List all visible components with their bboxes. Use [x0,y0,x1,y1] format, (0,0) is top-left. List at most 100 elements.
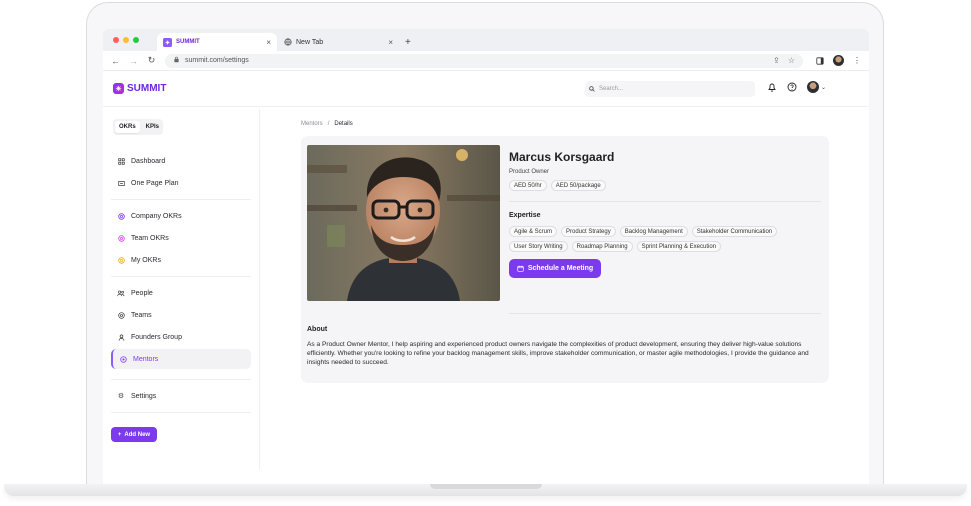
sidebar-item-company-okrs[interactable]: Company OKRs [111,206,251,226]
divider [111,276,251,277]
browser-tab-summit[interactable]: SUMMIT × [157,33,277,51]
people-icon [117,289,125,297]
breadcrumb-mentors-link[interactable]: Mentors [301,121,323,127]
breadcrumb-current: Details [334,121,353,127]
skill-tag: Stakeholder Communication [691,226,778,237]
user-avatar [807,81,819,93]
mentor-icon [119,355,127,363]
about-title: About [307,326,328,333]
breadcrumb: Mentors / Details [301,121,829,127]
logo-text: SUMMIT [127,83,167,94]
grid-icon [117,157,125,165]
reload-icon[interactable]: ↻ [147,55,156,66]
sidepanel-icon[interactable] [816,52,824,70]
globe-icon [283,38,292,47]
about-text: As a Product Owner Mentor, I help aspiri… [307,341,809,367]
divider [111,199,251,200]
screen: SUMMIT × New Tab × + ← → ↻ summit.com/se… [103,29,869,491]
user-menu[interactable]: ⌄ [807,81,826,93]
help-icon[interactable] [787,82,797,92]
tab-label: SUMMIT [176,39,200,45]
share-icon[interactable]: ⇪ [773,56,780,65]
bookmark-star-icon[interactable]: ☆ [788,56,795,65]
rate-badge: AED 50/package [550,180,606,191]
expertise-tags: Agile & Scrum Product Strategy Backlog M… [509,226,809,252]
teams-icon [117,311,125,319]
sidebar-item-dashboard[interactable]: Dashboard [111,151,251,171]
kebab-menu-icon[interactable]: ⋮ [853,56,861,65]
bell-icon[interactable] [767,82,777,92]
breadcrumb-separator: / [327,121,330,127]
skill-tag: User Story Writing [509,241,568,252]
address-bar[interactable]: summit.com/settings ⇪ ☆ [165,53,803,68]
plus-icon: + [117,431,122,438]
gear-icon: ⚙ [117,393,125,400]
sidebar-item-people[interactable]: People [111,283,251,303]
okrs-toggle[interactable]: OKRs [115,121,140,133]
divider [111,412,251,413]
kpis-toggle[interactable]: KPIs [142,121,163,133]
rate-badges: AED 50/hr AED 50/package [509,180,821,191]
sidebar-item-label: Founders Group [131,333,182,341]
tab-label: New Tab [296,38,324,46]
mentor-info: Marcus Korsgaard Product Owner AED 50/hr… [509,150,821,278]
target-icon [117,256,125,264]
search-input[interactable]: Search... [585,81,755,97]
target-icon [117,212,125,220]
search-icon [589,86,595,92]
sidebar-item-one-page-plan[interactable]: One Page Plan [111,173,251,193]
sidebar-item-label: Team OKRs [131,234,169,242]
maximize-window-button[interactable] [133,37,139,43]
sidebar-item-settings[interactable]: ⚙ Settings [111,386,251,406]
laptop-notch [430,484,542,489]
sidebar-item-label: Teams [131,311,152,319]
divider [509,313,821,314]
mentor-photo [307,145,500,301]
close-tab-icon[interactable]: × [388,38,393,47]
close-tab-icon[interactable]: × [266,38,271,47]
okr-kpi-toggle: OKRs KPIs [113,119,163,135]
main-content: Mentors / Details Marcus Korsgaard Produ… [261,109,869,469]
browser-tabbar: SUMMIT × New Tab × + [103,29,869,51]
sidebar-item-my-okrs[interactable]: My OKRs [111,250,251,270]
profile-avatar[interactable] [833,55,844,66]
summit-favicon-icon [163,37,172,47]
site-info-icon[interactable] [173,56,180,65]
chevron-down-icon: ⌄ [821,84,827,91]
sidebar-item-team-okrs[interactable]: Team OKRs [111,228,251,248]
skill-tag: Product Strategy [561,226,616,237]
add-new-label: Add New [124,431,151,438]
divider [111,379,251,380]
mentor-role: Product Owner [509,169,550,175]
skill-tag: Agile & Scrum [509,226,558,237]
sidebar-item-mentors[interactable]: Mentors [111,349,251,369]
browser-tab-new[interactable]: New Tab × [277,33,399,51]
schedule-meeting-label: Schedule a Meeting [527,265,594,272]
new-tab-button[interactable]: + [399,37,417,51]
laptop-base [0,484,971,506]
skill-tag: Sprint Planning & Execution [636,241,722,252]
schedule-meeting-button[interactable]: Schedule a Meeting [509,259,601,278]
app-logo[interactable]: ✳ SUMMIT [113,83,166,94]
expertise-title: Expertise [509,212,541,219]
app-header: ✳ SUMMIT Search... ⌄ [103,71,869,107]
laptop-frame: SUMMIT × New Tab × + ← → ↻ summit.com/se… [86,2,884,491]
skill-tag: Roadmap Planning [571,241,633,252]
mentor-details-card: Marcus Korsgaard Product Owner AED 50/hr… [301,136,829,383]
minimize-window-button[interactable] [123,37,129,43]
add-new-button[interactable]: + Add New [111,427,157,442]
sidebar-item-label: Dashboard [131,157,166,165]
target-icon [117,234,125,242]
page-icon [117,179,125,187]
sidebar-item-label: Company OKRs [131,212,182,220]
close-window-button[interactable] [113,37,119,43]
mentor-name: Marcus Korsgaard [509,150,615,164]
forward-arrow-icon[interactable]: → [129,56,138,66]
sidebar-item-founders-group[interactable]: Founders Group [111,327,251,347]
back-arrow-icon[interactable]: ← [111,56,120,66]
sidebar-item-label: One Page Plan [131,179,179,187]
sidebar-item-teams[interactable]: Teams [111,305,251,325]
rate-badge: AED 50/hr [509,180,547,191]
about-section: About As a Product Owner Mentor, I help … [307,326,817,368]
summit-logo-icon: ✳ [113,83,124,94]
